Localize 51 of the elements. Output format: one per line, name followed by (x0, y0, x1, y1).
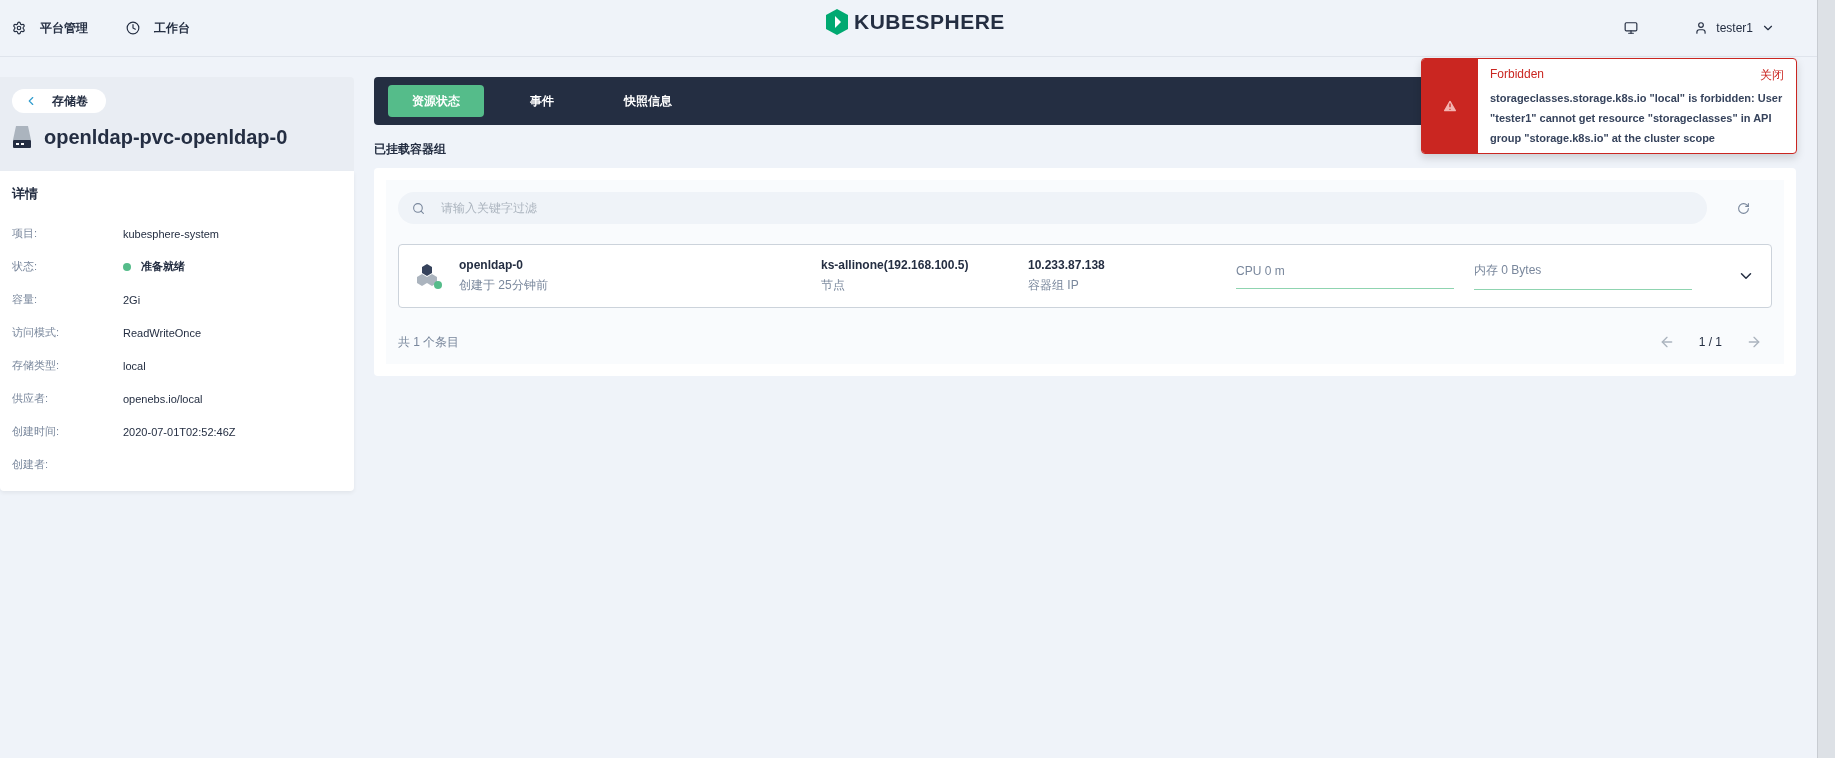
detail-label: 创建者: (12, 457, 50, 472)
detail-label: 访问模式: (12, 325, 61, 340)
section-title: 已挂载容器组 (374, 141, 447, 158)
section-title: 详情 (12, 185, 39, 203)
node-value: ks-allinone(192.168.100.5) (821, 258, 970, 272)
search-icon (412, 201, 425, 215)
cpu-meter: CPU 0 m (1236, 263, 1454, 289)
close-link[interactable]: 关闭 (1760, 67, 1784, 84)
node-label: 节点 (821, 277, 846, 294)
detail-label: 供应者: (12, 391, 50, 406)
pod-row[interactable]: openldap-0 创建于 25分钟前 ks-allinone(192.168.100.5) 节点 10.233.87.138 容器组 IP CPU 0 m 内存 0 Bytes (398, 244, 1772, 308)
ip-label: 容器组 IP (1028, 277, 1080, 294)
detail-label: 存储类型: (12, 358, 61, 373)
tab[interactable]: 快照信息 (600, 85, 696, 117)
logo-text: KUBESPHERE (854, 10, 1005, 34)
user-name[interactable]: tester1 (1716, 21, 1753, 35)
nav-link[interactable]: 平台管理 (12, 19, 88, 37)
toast-message: storageclasses.storage.k8s.io "local" is forbidden: User "tester1" cannot get resource "storageclasses" in API group "storage.k8s.io" at the cluster scope (1490, 91, 1784, 146)
detail-label: 容量: (12, 292, 39, 307)
detail-value: local (123, 359, 146, 372)
monitor-icon[interactable] (1624, 21, 1639, 35)
detail-label: 状态: (12, 259, 39, 274)
detail-value: 2Gi (123, 293, 141, 306)
tab[interactable]: 事件 (506, 85, 578, 117)
detail-value: openebs.io/local (123, 392, 203, 405)
nav-label: 平台管理 (40, 19, 88, 37)
disk-icon (12, 125, 32, 149)
clock-icon (126, 21, 140, 35)
nav-link[interactable]: 工作台 (126, 19, 190, 37)
detail-label: 项目: (12, 226, 39, 241)
warning-icon (1442, 98, 1458, 114)
refresh-icon[interactable] (1737, 201, 1750, 215)
detail-value: kubesphere-system (123, 227, 219, 240)
toast-title: Forbidden (1490, 67, 1545, 83)
detail-value: 准备就绪 (141, 259, 185, 274)
pod-name: openldap-0 (459, 258, 524, 272)
pod-icon (415, 262, 443, 290)
memory-meter: 内存 0 Bytes (1474, 262, 1692, 290)
user-icon (1694, 21, 1709, 35)
page-indicator: 1 / 1 (1698, 335, 1722, 349)
back-button[interactable]: 存储卷 (12, 89, 106, 113)
detail-label: 创建时间: (12, 424, 61, 439)
settings-icon (12, 21, 26, 35)
nav-label: 工作台 (154, 19, 190, 37)
detail-value: ReadWriteOnce (123, 326, 202, 339)
detail-value: 2020-07-01T02:52:46Z (123, 425, 236, 438)
pod-created: 创建于 25分钟前 (459, 277, 549, 294)
ip-value: 10.233.87.138 (1028, 258, 1106, 272)
total-count: 共 1 个条目 (398, 333, 460, 351)
logo-icon (826, 9, 848, 35)
volume-title: openldap-pvc-openldap-0 (44, 125, 288, 149)
